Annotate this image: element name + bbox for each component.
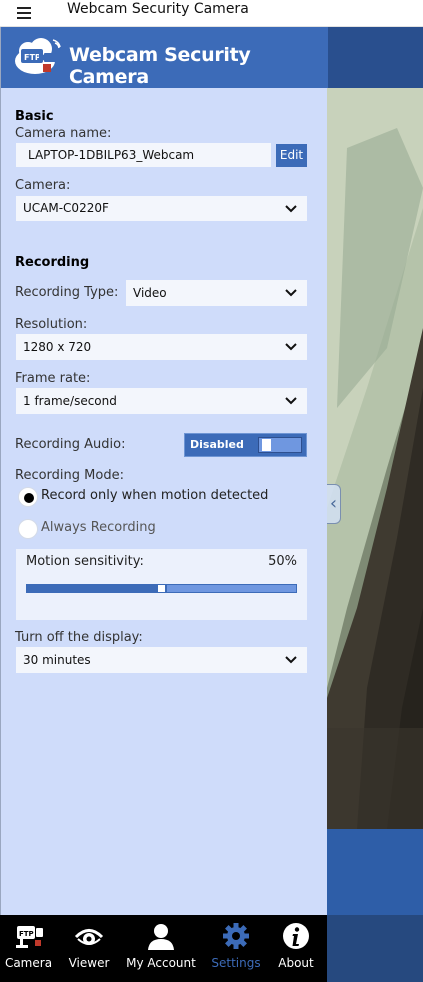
- motion-sensitivity-slider[interactable]: [26, 584, 297, 593]
- frame-rate-label: Frame rate:: [15, 371, 91, 386]
- preview-bottom-band: [327, 915, 423, 982]
- chevron-down-icon: [285, 397, 297, 405]
- panel-header: FTP Webcam Security Camera: [1, 27, 328, 88]
- turn-off-display-select[interactable]: 30 minutes: [16, 647, 307, 673]
- chevron-down-icon: [285, 289, 297, 297]
- preview-top-band: [327, 27, 423, 88]
- frame-rate-value: 1 frame/second: [23, 394, 117, 408]
- user-icon: [148, 924, 174, 950]
- nav-my-account-label: My Account: [126, 956, 196, 970]
- nav-settings-label: Settings: [211, 956, 261, 970]
- motion-sensitivity-box: Motion sensitivity: 50%: [16, 549, 307, 620]
- recording-audio-toggle[interactable]: Disabled: [184, 433, 307, 457]
- recording-audio-label: Recording Audio:: [15, 437, 126, 452]
- nav-camera-label: Camera: [4, 956, 53, 970]
- camera-feed-image: [327, 88, 423, 829]
- chevron-down-icon: [285, 205, 297, 213]
- radio-button[interactable]: [18, 487, 38, 507]
- ftp-camera-logo-icon: FTP: [13, 37, 61, 77]
- recording-type-value: Video: [133, 286, 167, 300]
- svg-text:FTP: FTP: [24, 53, 41, 62]
- recording-type-label: Recording Type:: [15, 285, 119, 300]
- resolution-select[interactable]: 1280 x 720: [16, 334, 307, 360]
- settings-panel: FTP Webcam Security Camera Basic Camera …: [0, 27, 328, 915]
- camera-name-label: Camera name:: [15, 126, 112, 141]
- recording-type-select[interactable]: Video: [126, 280, 307, 306]
- ftp-camera-icon: FTP: [15, 926, 43, 948]
- bottom-nav: FTP Camera Viewer My Account Settings Ab…: [0, 915, 327, 982]
- camera-select[interactable]: UCAM-C0220F: [16, 196, 307, 221]
- title-bar: Webcam Security Camera: [0, 0, 423, 27]
- gear-icon: [223, 923, 249, 949]
- radio-label: Record only when motion detected: [41, 488, 269, 503]
- camera-select-value: UCAM-C0220F: [23, 201, 109, 215]
- hamburger-menu-icon[interactable]: [14, 4, 36, 22]
- toggle-track: [258, 437, 302, 453]
- motion-sensitivity-value: 50%: [268, 554, 297, 569]
- logo-title: Webcam Security Camera: [69, 44, 251, 88]
- radio-label: Always Recording: [41, 520, 156, 535]
- collapse-panel-button[interactable]: ‹: [327, 484, 341, 524]
- recording-mode-label: Recording Mode:: [15, 468, 124, 483]
- nav-viewer[interactable]: Viewer: [62, 915, 116, 982]
- chevron-down-icon: [285, 656, 297, 664]
- toggle-knob: [262, 439, 271, 451]
- basic-section-title: Basic: [15, 109, 54, 124]
- turn-off-display-value: 30 minutes: [23, 653, 91, 667]
- nav-about-label: About: [278, 956, 314, 970]
- slider-track: [166, 584, 297, 593]
- radio-selected-dot: [24, 493, 34, 503]
- toggle-state-label: Disabled: [190, 438, 244, 451]
- chevron-down-icon: [285, 343, 297, 351]
- motion-sensitivity-label: Motion sensitivity:: [26, 554, 144, 569]
- recording-section-title: Recording: [15, 255, 90, 270]
- nav-my-account[interactable]: My Account: [124, 915, 198, 982]
- nav-settings[interactable]: Settings: [208, 915, 264, 982]
- nav-viewer-label: Viewer: [68, 956, 110, 970]
- camera-label: Camera:: [15, 178, 71, 193]
- turn-off-display-label: Turn off the display:: [15, 630, 143, 645]
- slider-fill: [26, 584, 157, 593]
- resolution-value: 1280 x 720: [23, 340, 92, 354]
- nav-about[interactable]: About: [272, 915, 320, 982]
- frame-rate-select[interactable]: 1 frame/second: [16, 388, 307, 414]
- eye-icon: [74, 929, 104, 945]
- svg-text:FTP: FTP: [19, 930, 34, 938]
- nav-camera[interactable]: FTP Camera: [0, 915, 57, 982]
- info-icon: [283, 923, 309, 949]
- camera-preview: ‹: [327, 27, 423, 982]
- camera-name-field[interactable]: LAPTOP-1DBILP63_Webcam: [16, 143, 271, 167]
- slider-thumb[interactable]: [157, 584, 166, 593]
- radio-button[interactable]: [18, 519, 38, 539]
- resolution-label: Resolution:: [15, 317, 88, 332]
- edit-camera-name-button[interactable]: Edit: [276, 144, 307, 167]
- window-title: Webcam Security Camera: [67, 1, 249, 17]
